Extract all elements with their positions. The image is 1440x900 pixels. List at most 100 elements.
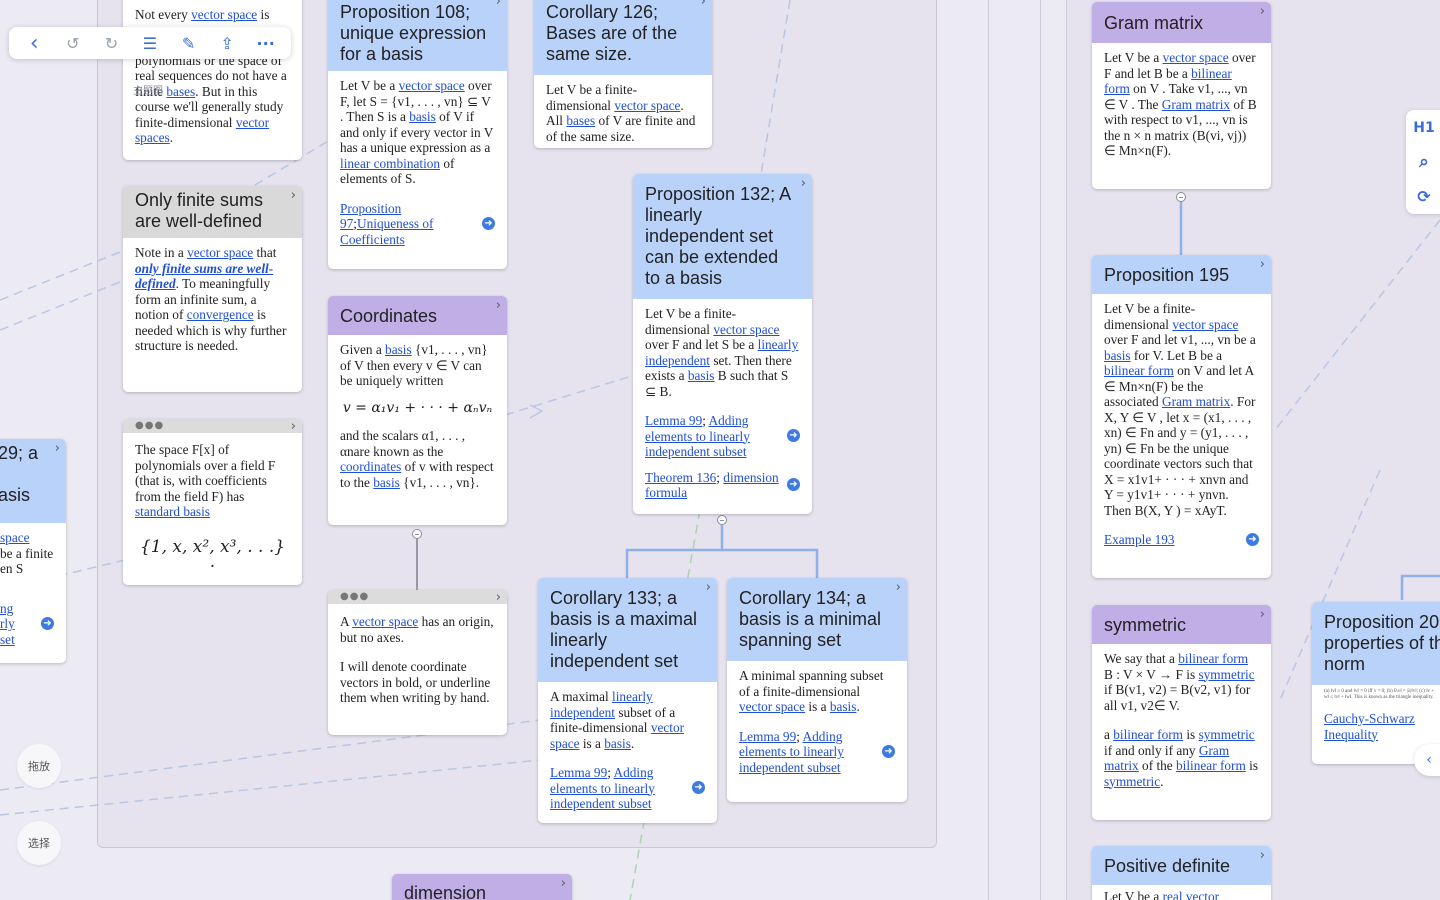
chevron-right-icon[interactable]: › — [801, 177, 806, 190]
link-ref[interactable]: rly — [0, 616, 15, 631]
link-linear-combination[interactable]: linear combination — [340, 156, 440, 171]
arrow-right-circle-icon[interactable]: ➜ — [787, 478, 800, 491]
link-symmetric[interactable]: symmetric — [1104, 774, 1160, 789]
node-card[interactable]: Only finite sums are well-defined › Note … — [123, 186, 302, 392]
link-bilinear-form[interactable]: bilinear form — [1104, 363, 1174, 378]
node-title[interactable]: Proposition 203; properties of the norm — [1312, 602, 1440, 685]
link-basis[interactable]: basis — [688, 368, 715, 383]
node-card[interactable]: symmetric › We say that a bilinear form B… — [1092, 605, 1271, 820]
link-theorem-136[interactable]: Theorem 136 — [645, 470, 716, 485]
arrow-right-circle-icon[interactable]: ➜ — [41, 616, 54, 630]
link-vector-space[interactable]: vector space — [1163, 50, 1229, 65]
link-basis[interactable]: basis — [604, 736, 631, 751]
node-card[interactable]: Corollary 134; a basis is a minimal span… — [727, 578, 907, 802]
collapse-panel-icon[interactable]: ‹ — [1414, 744, 1440, 776]
chevron-right-icon[interactable]: › — [701, 0, 706, 8]
arrow-right-circle-icon[interactable]: ➜ — [692, 781, 705, 795]
link-basis[interactable]: basis — [385, 342, 412, 357]
node-card[interactable]: Corollary 133; a basis is a maximal line… — [538, 578, 717, 823]
chevron-right-icon[interactable]: › — [1260, 258, 1265, 271]
chevron-left-icon[interactable]: ‹ — [20, 29, 48, 57]
node-title[interactable]: Proposition 132; A linearly independent … — [633, 174, 812, 299]
link-vector-space[interactable]: vector space — [191, 7, 257, 22]
node-card[interactable]: Positive definite › Let V be a real vecto… — [1092, 846, 1271, 900]
node-card[interactable]: 29; a asis › space be a finite en S ng rly s… — [0, 439, 66, 663]
link-example-193[interactable]: Example 193 — [1104, 532, 1175, 547]
node-title[interactable]: Proposition 108; unique expression for a… — [328, 0, 507, 71]
chevron-right-icon[interactable]: › — [561, 877, 566, 890]
collapse-knob[interactable] — [717, 515, 727, 525]
node-title[interactable]: Corollary 126; Bases are of the same siz… — [534, 0, 712, 75]
link-vector-space[interactable]: vector space — [713, 322, 779, 337]
mindmap-canvas[interactable]: Not every vector space is polynomials or… — [0, 0, 1440, 900]
select-button[interactable]: 选择 — [17, 821, 61, 865]
link-convergence[interactable]: convergence — [187, 307, 254, 322]
search-icon[interactable]: ⌕ — [1412, 150, 1436, 174]
node-card[interactable]: dimension › — [392, 874, 572, 900]
refresh-icon[interactable]: ⟳ — [1412, 184, 1436, 208]
chevron-right-icon[interactable]: › — [706, 581, 711, 594]
collapse-knob[interactable] — [412, 529, 422, 539]
link-symmetric[interactable]: symmetric — [1198, 667, 1254, 682]
node-card[interactable]: Proposition 195 › Let V be a finite-dimen… — [1092, 255, 1271, 578]
node-card[interactable]: ●●● › The space F[x] of polynomials over … — [123, 419, 302, 585]
collapse-knob[interactable] — [1176, 192, 1186, 202]
chevron-right-icon[interactable]: › — [1260, 608, 1265, 621]
node-title[interactable]: Corollary 134; a basis is a minimal span… — [727, 578, 907, 661]
chevron-right-icon[interactable]: › — [291, 189, 296, 202]
link-vector-space[interactable]: vector space — [187, 245, 253, 260]
link-lemma-99[interactable]: Lemma 99 — [739, 729, 796, 744]
node-title[interactable]: 29; a asis › — [0, 439, 66, 523]
link-standard-basis[interactable]: standard basis — [135, 504, 210, 519]
link-bases[interactable]: bases — [166, 84, 195, 99]
link-basis[interactable]: basis — [373, 475, 400, 490]
arrow-right-circle-icon[interactable]: ➜ — [787, 429, 800, 443]
node-card[interactable]: Proposition 108; unique expression for a… — [328, 0, 507, 269]
link-basis[interactable]: basis — [830, 699, 857, 714]
node-title[interactable]: ●●● › — [328, 590, 507, 604]
node-card[interactable]: Not every vector space is polynomials or… — [123, 0, 302, 160]
heading-icon[interactable]: H1 — [1412, 116, 1436, 140]
node-title[interactable]: Corollary 133; a basis is a maximal line… — [538, 578, 717, 682]
link-gram-matrix[interactable]: Gram matrix — [1162, 97, 1230, 112]
link-coordinates[interactable]: coordinates — [340, 459, 401, 474]
chevron-right-icon[interactable]: › — [496, 591, 501, 604]
link-real-vector[interactable]: real vector — [1163, 889, 1219, 900]
chevron-right-icon[interactable]: › — [1260, 849, 1265, 862]
link-basis[interactable]: basis — [409, 109, 436, 124]
link-vector-space[interactable]: vector space — [614, 98, 680, 113]
link-symmetric[interactable]: symmetric — [1199, 727, 1255, 742]
chevron-right-icon[interactable]: › — [896, 581, 901, 594]
node-card[interactable]: Corollary 126; Bases are of the same siz… — [534, 0, 712, 148]
node-card[interactable]: Proposition 132; A linearly independent … — [633, 174, 812, 514]
share-icon[interactable]: ⇪ — [213, 29, 241, 57]
node-title[interactable]: dimension › — [392, 874, 572, 900]
link-vector-space[interactable]: vector space — [352, 614, 418, 629]
node-title[interactable]: Proposition 195 › — [1092, 255, 1271, 294]
node-title[interactable]: Positive definite › — [1092, 846, 1271, 885]
link-gram-matrix[interactable]: Gram matrix — [1162, 394, 1230, 409]
link-cauchy-schwarz[interactable]: Cauchy-Schwarz Inequality — [1324, 711, 1415, 742]
link-ref[interactable]: set — [0, 632, 15, 647]
arrow-right-circle-icon[interactable]: ➜ — [882, 744, 895, 758]
link-bilinear-form[interactable]: bilinear form — [1178, 651, 1248, 666]
more-icon[interactable]: ··· — [252, 29, 280, 57]
node-card[interactable]: Coordinates › Given a basis {v1, . . . , … — [328, 296, 507, 525]
node-card[interactable]: Gram matrix › Let V be a vector space ove… — [1092, 2, 1271, 189]
link-basis[interactable]: basis — [1104, 348, 1131, 363]
arrow-right-circle-icon[interactable]: ➜ — [482, 216, 495, 230]
node-card[interactable]: ●●● › A vector space has an origin, but n… — [328, 590, 507, 735]
node-title[interactable]: symmetric › — [1092, 605, 1271, 644]
link-bilinear-form[interactable]: bilinear form — [1113, 727, 1183, 742]
drag-button[interactable]: 拖放 — [17, 744, 61, 788]
list-icon[interactable]: ☰ — [136, 29, 164, 57]
link-ref[interactable]: ng — [0, 601, 13, 616]
link-lemma-99[interactable]: Lemma 99 — [550, 765, 607, 780]
node-title[interactable]: Only finite sums are well-defined › — [123, 186, 302, 238]
chevron-right-icon[interactable]: › — [496, 0, 501, 8]
arrow-right-circle-icon[interactable]: ➜ — [1246, 532, 1259, 546]
link-vector-space[interactable]: vector space — [399, 78, 465, 93]
chevron-right-icon[interactable]: › — [496, 299, 501, 312]
node-card[interactable]: Proposition 203; properties of the norm … — [1312, 602, 1440, 764]
redo-icon[interactable]: ↻ — [97, 29, 125, 57]
